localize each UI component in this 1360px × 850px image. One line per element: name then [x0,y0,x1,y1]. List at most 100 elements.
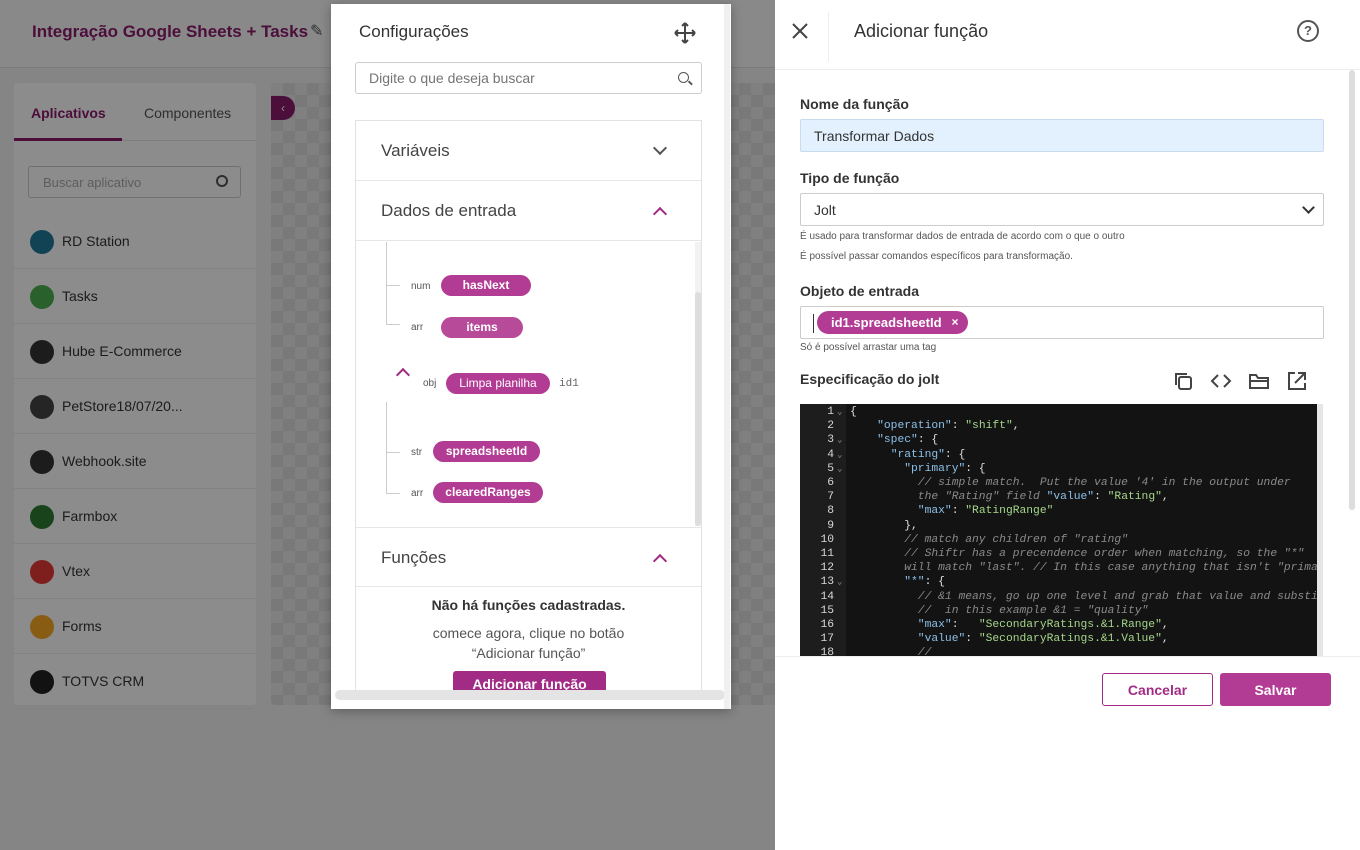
type-label: num [411,281,431,292]
code-line: 11 // Shiftr has a precendence order whe… [800,547,1317,561]
tree-line [386,402,387,494]
tag-hasnext[interactable]: hasNext [441,275,531,296]
code-line: 15 // in this example &1 = "quality" [800,604,1317,618]
fold-icon[interactable]: ⌄ [837,462,842,476]
code-line: 12 will match "last". // In this case an… [800,561,1317,575]
footer-divider [775,656,1360,657]
config-accordion: Variáveis Dados de entrada num hasNext a… [355,120,702,698]
code-line: 16 "max": "SecondaryRatings.&1.Range", [800,618,1317,632]
chevron-up-icon[interactable] [395,367,411,383]
fold-icon[interactable]: ⌄ [837,448,842,462]
fold-icon[interactable]: ⌄ [837,575,842,589]
fold-icon[interactable]: ⌄ [837,405,842,419]
line-number: 18 [820,647,834,656]
code-line: 2 "operation": "shift", [800,419,1317,433]
folder-icon[interactable] [1248,370,1270,392]
config-horizontal-scrollbar[interactable] [335,690,725,700]
input-tag[interactable]: id1.spreadsheetId × [817,311,968,334]
add-function-drawer: Adicionar função ? Nome da função Tipo d… [775,0,1360,850]
function-name-input[interactable] [800,119,1324,152]
config-panel: Configurações Variáveis Dados de entrada… [331,4,731,709]
config-search-input[interactable] [356,63,656,93]
function-type-select[interactable]: Jolt [800,193,1324,226]
fold-icon[interactable]: ⌄ [837,433,842,447]
line-number: 6 [827,477,834,489]
empty-title: Não há funções cadastradas. [431,597,626,613]
header-divider [828,12,829,62]
code-text: "spec": { [877,434,939,447]
tag-limpa-planilha[interactable]: Limpa planilha [446,373,550,394]
line-number: 1 [827,406,834,418]
chevron-up-icon [652,206,668,222]
node-id: id1 [559,378,579,390]
type-hint-2: É possível passar comandos específicos p… [800,251,1073,262]
line-number: 14 [820,590,834,603]
type-label: str [411,447,423,458]
section-dados-de-entrada[interactable]: Dados de entrada [356,181,701,241]
drawer-header: Adicionar função ? [775,0,1360,70]
input-tag-label: id1.spreadsheetId [831,315,942,330]
config-vertical-scrollbar[interactable] [724,4,730,709]
line-number: 13 [820,576,834,589]
input-data-tree: num hasNext arr items obj Limpa planilha… [356,242,701,526]
line-number: 4 [827,448,834,461]
copy-icon[interactable] [1172,370,1194,392]
jolt-code-editor[interactable]: 1 ⌄{2 "operation": "shift", 3 ⌄ "spec": {4 ⌄… [800,404,1317,656]
code-text: // [917,647,932,656]
code-line: 17 "value": "SecondaryRatings.&1.Value", [800,632,1317,646]
chevron-down-icon [1302,201,1315,214]
section-funcoes-label: Funções [381,548,447,567]
empty-text-line1: comece agora, clique no botão [432,625,625,641]
code-text: "operation": "shift", [877,420,1020,433]
input-object-label: Objeto de entrada [800,283,920,299]
remove-tag-icon[interactable]: × [952,311,959,334]
code-text: "rating": { [890,448,966,461]
code-text: // &1 means, go up one level and grab th… [917,590,1317,603]
code-text: }, [850,519,918,532]
chevron-up-icon [652,553,668,569]
line-number: 7 [827,491,834,504]
code-line: 9 }, [800,519,1317,533]
code-text: // in this example &1 = "quality" [917,604,1149,617]
tag-items[interactable]: items [441,317,523,338]
tree-scrollbar[interactable] [695,292,701,526]
function-name-label: Nome da função [800,96,909,112]
code-text: will match "last". // In this case anyth… [850,562,1317,575]
jolt-spec-label: Especificação do jolt [800,371,940,387]
cancel-button[interactable]: Cancelar [1102,673,1213,706]
function-type-value: Jolt [814,202,836,218]
section-funcoes[interactable]: Funções [356,527,701,587]
save-button[interactable]: Salvar [1220,673,1331,706]
tree-line [386,242,387,324]
code-icon[interactable] [1210,370,1232,392]
section-variaveis[interactable]: Variáveis [356,121,701,181]
line-number: 8 [827,505,834,518]
drawer-scrollbar[interactable] [1349,70,1355,510]
input-hint: Só é possível arrastar uma tag [800,342,937,353]
tag-clearedranges[interactable]: clearedRanges [433,482,543,503]
code-line: 10 // match any children of "rating" [800,533,1317,547]
editor-scrollbar[interactable] [1317,404,1323,656]
code-line: 4 ⌄ "rating": { [800,448,1317,462]
close-icon[interactable] [789,20,811,42]
move-icon[interactable] [674,22,696,44]
input-object-dropzone[interactable]: id1.spreadsheetId × [800,306,1324,339]
code-line: 1 ⌄ { [800,405,1317,419]
tree-line [386,452,400,453]
code-text: "primary": { [904,462,986,475]
config-search[interactable] [355,62,702,94]
code-text: the "Rating" field "value": "Rating", [850,491,1169,504]
code-text: "*": { [904,576,945,589]
code-text: "value": "SecondaryRatings.&1.Value", [917,633,1169,646]
line-number: 10 [820,533,834,546]
code-text: // match any children of "rating" [904,533,1128,546]
tag-spreadsheetid[interactable]: spreadsheetId [433,441,540,462]
code-line: 5 ⌄ "primary": { [800,462,1317,476]
help-icon[interactable]: ? [1297,20,1319,42]
code-text: { [850,406,857,418]
type-label: arr [411,322,424,333]
code-line: 6 // simple match. Put the value '4' in … [800,476,1317,490]
line-number: 2 [827,420,834,433]
external-link-icon[interactable] [1286,370,1308,392]
tree-line [386,285,400,286]
